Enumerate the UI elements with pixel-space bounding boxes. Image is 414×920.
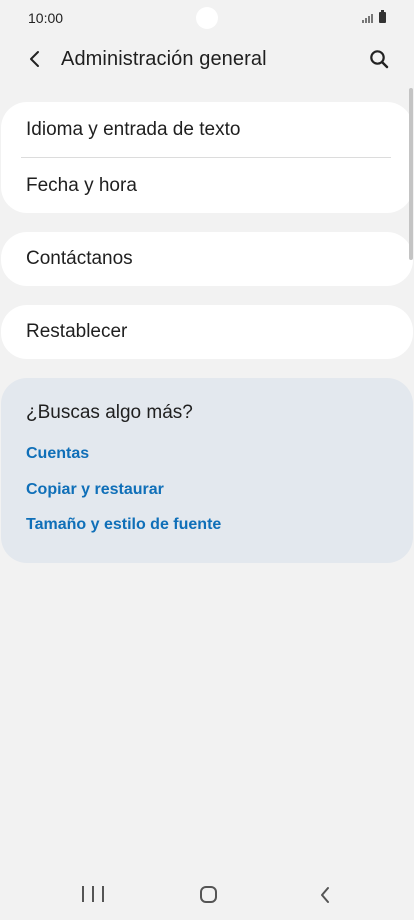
menu-item-language-input[interactable]: Idioma y entrada de texto [1, 102, 413, 157]
suggestion-link-accounts[interactable]: Cuentas [26, 445, 89, 463]
menu-item-reset[interactable]: Restablecer [1, 305, 413, 359]
suggestion-link-font-size-style[interactable]: Tamaño y estilo de fuente [26, 516, 221, 534]
camera-cutout [196, 7, 218, 29]
nav-back-icon[interactable] [317, 884, 333, 906]
app-bar: Administración general [0, 36, 414, 82]
back-button[interactable] [20, 44, 50, 74]
menu-item-label: Restablecer [26, 321, 128, 342]
back-arrow-icon [30, 51, 39, 67]
recents-icon[interactable] [82, 886, 104, 904]
search-button[interactable] [364, 44, 394, 74]
home-icon[interactable] [200, 886, 217, 903]
page-title: Administración general [61, 48, 267, 70]
signal-icon [362, 13, 373, 23]
battery-icon [379, 10, 386, 23]
screen: 10:00 Administración general Idioma y en… [0, 0, 414, 920]
menu-item-date-time[interactable]: Fecha y hora [1, 158, 413, 213]
status-bar: 10:00 [0, 0, 414, 36]
settings-group-reset: Restablecer [1, 305, 413, 359]
scrollbar[interactable] [409, 88, 413, 260]
menu-item-contact-us[interactable]: Contáctanos [1, 232, 413, 286]
status-time: 10:00 [28, 10, 64, 26]
suggestion-link-backup-restore[interactable]: Copiar y restaurar [26, 481, 164, 499]
menu-item-label: Idioma y entrada de texto [26, 118, 241, 140]
navigation-bar [0, 870, 414, 920]
suggestions-title: ¿Buscas algo más? [26, 402, 193, 423]
status-icons [362, 10, 386, 23]
suggestions-card: ¿Buscas algo más? Cuentas Copiar y resta… [1, 378, 413, 563]
menu-item-label: Contáctanos [26, 248, 133, 269]
settings-group-contact: Contáctanos [1, 232, 413, 286]
menu-item-label: Fecha y hora [26, 174, 137, 196]
settings-group-language-date: Idioma y entrada de texto Fecha y hora [1, 102, 413, 213]
search-icon [370, 50, 389, 69]
